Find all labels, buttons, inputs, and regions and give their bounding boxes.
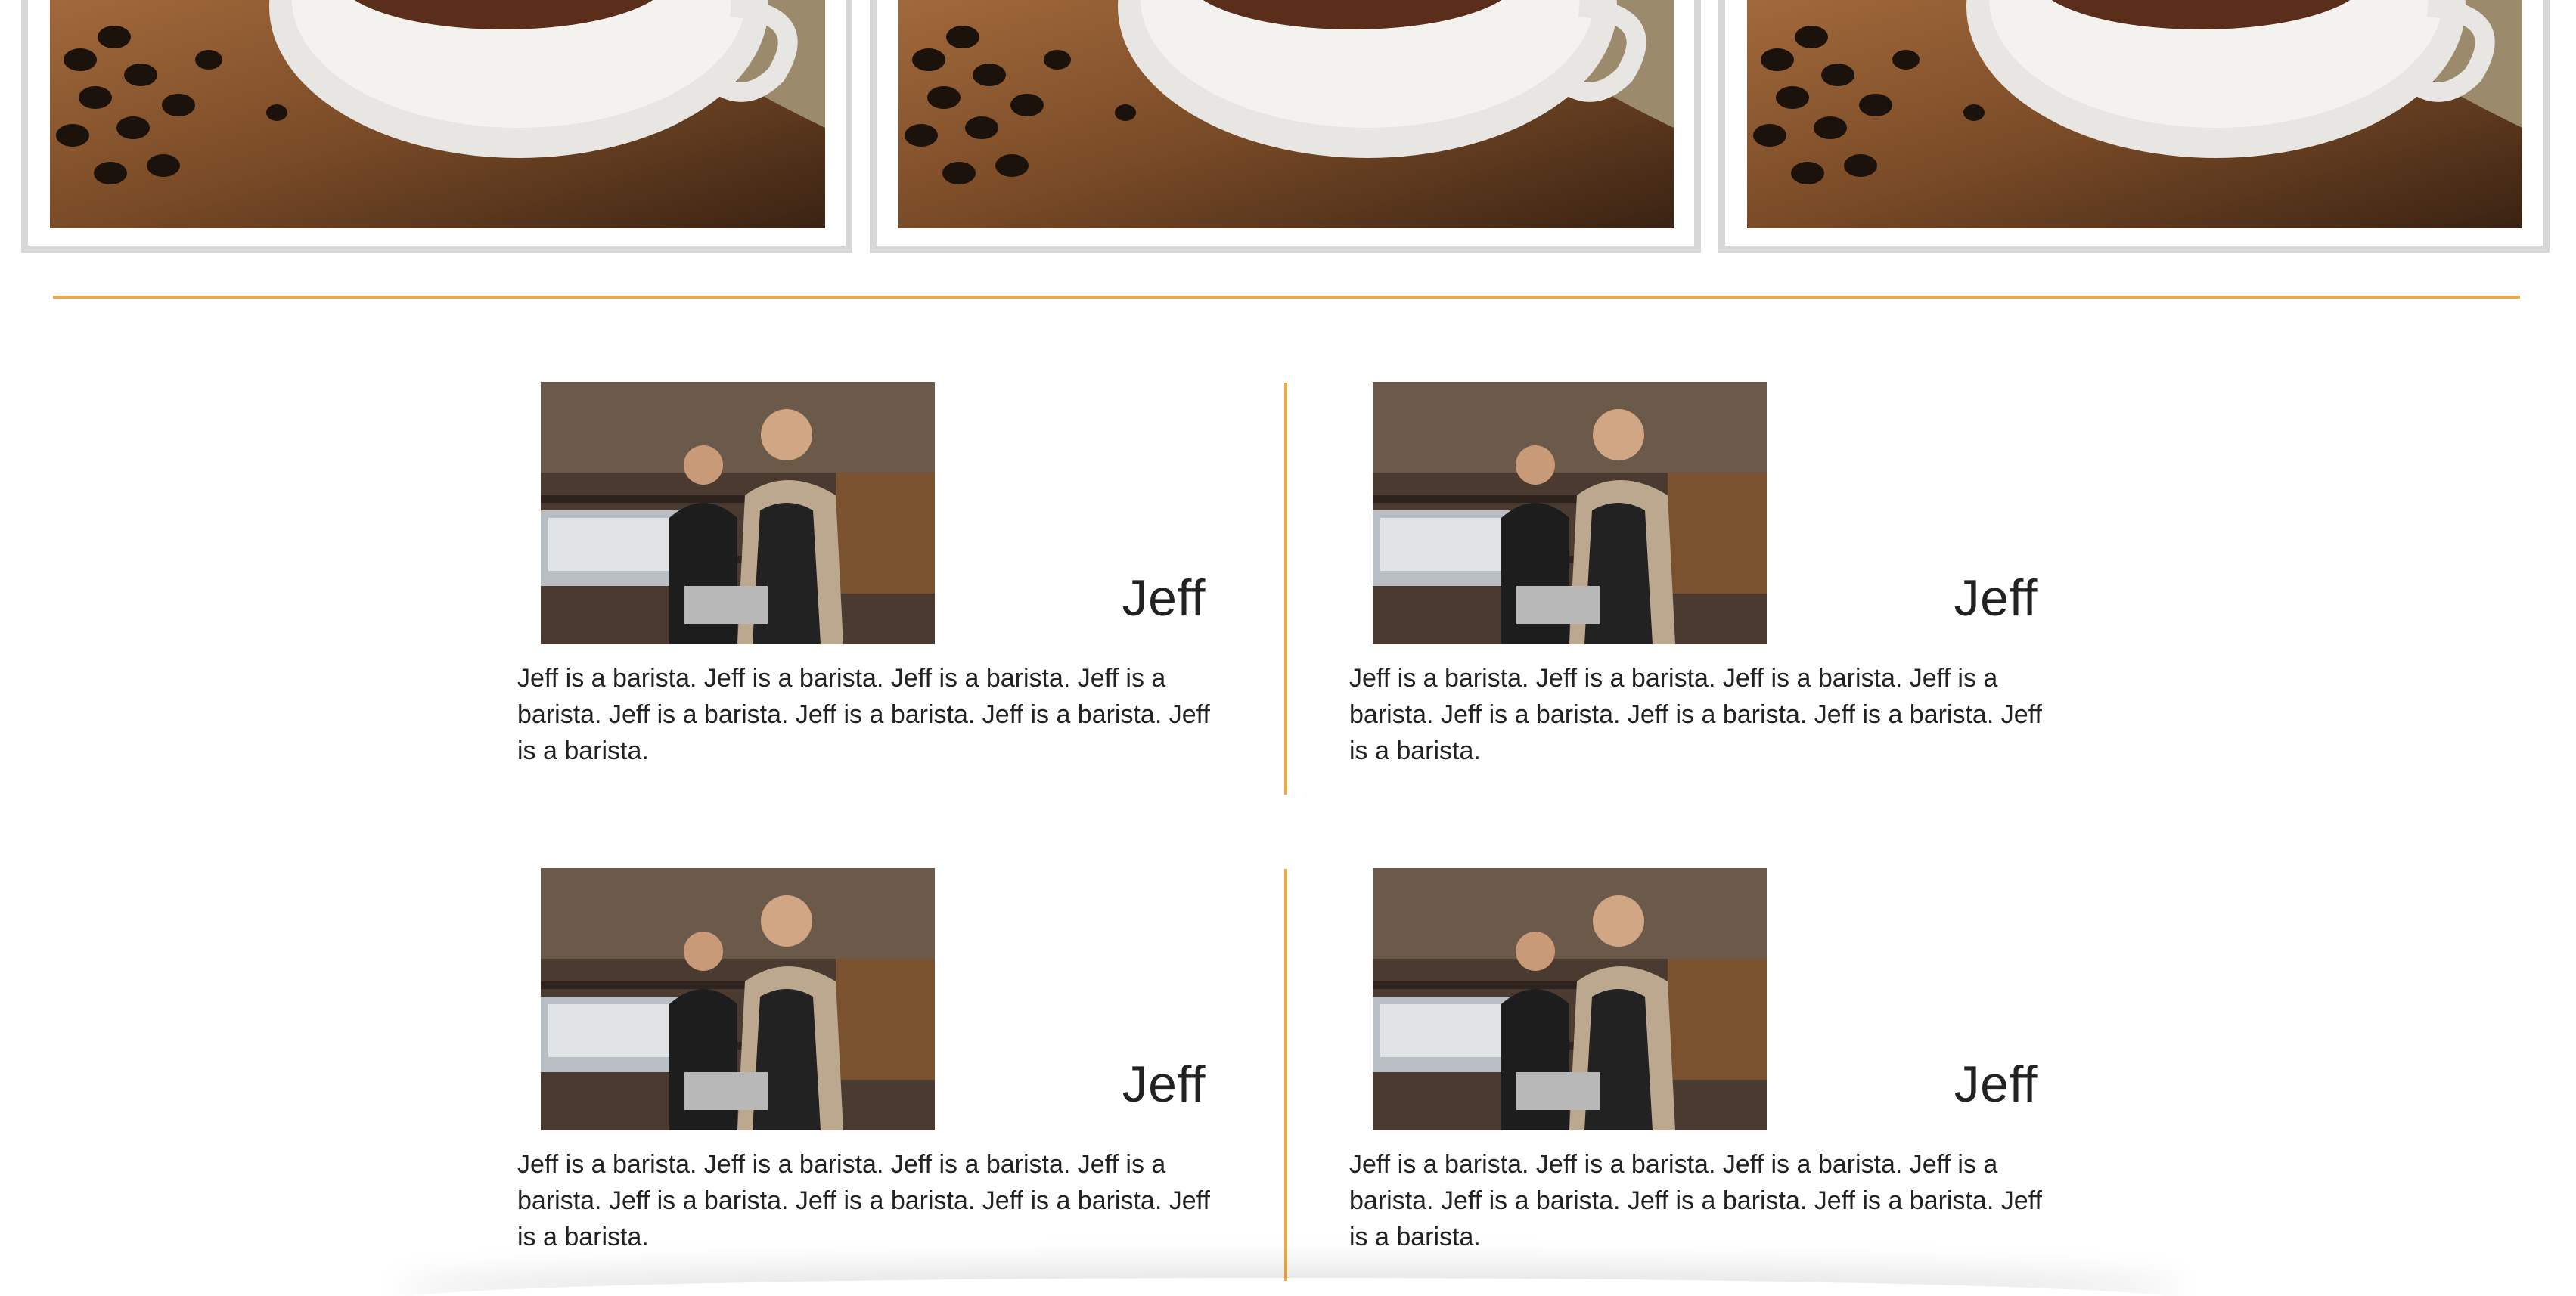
staff-card: Jeff Jeff is a barista. Jeff is a barist… [1349,382,2060,790]
staff-card: Jeff Jeff is a barista. Jeff is a barist… [517,868,1228,1276]
baristas-photo [541,382,935,644]
staff-card: Jeff Jeff is a barista. Jeff is a barist… [1349,868,2060,1276]
column-divider [1284,869,1287,1281]
coffee-cup-image [50,0,825,228]
staff-name: Jeff [1122,1056,1206,1113]
staff-bio: Jeff is a barista. Jeff is a barista. Je… [517,664,1210,765]
staff-bio: Jeff is a barista. Jeff is a barista. Je… [1349,1150,2042,1251]
baristas-photo [1373,868,1767,1130]
staff-card: Jeff Jeff is a barista. Jeff is a barist… [517,382,1228,790]
coffee-cup-image [898,0,1674,228]
staff-name: Jeff [1954,1056,2038,1113]
baristas-photo [541,868,935,1130]
staff-grid: Jeff Jeff is a barista. Jeff is a barist… [517,382,2060,1289]
coffee-gallery [21,0,2555,253]
baristas-photo [1373,382,1767,644]
column-divider [1284,383,1287,795]
section-divider [53,296,2520,299]
gallery-card[interactable] [870,0,1701,253]
staff-bio: Jeff is a barista. Jeff is a barista. Je… [1349,664,2042,765]
staff-name: Jeff [1122,569,1206,627]
staff-bio: Jeff is a barista. Jeff is a barista. Je… [517,1150,1210,1251]
page: Jeff Jeff is a barista. Jeff is a barist… [0,0,2576,1296]
gallery-card[interactable] [1718,0,2550,253]
gallery-card[interactable] [21,0,852,253]
staff-name: Jeff [1954,569,2038,627]
coffee-cup-image [1747,0,2522,228]
